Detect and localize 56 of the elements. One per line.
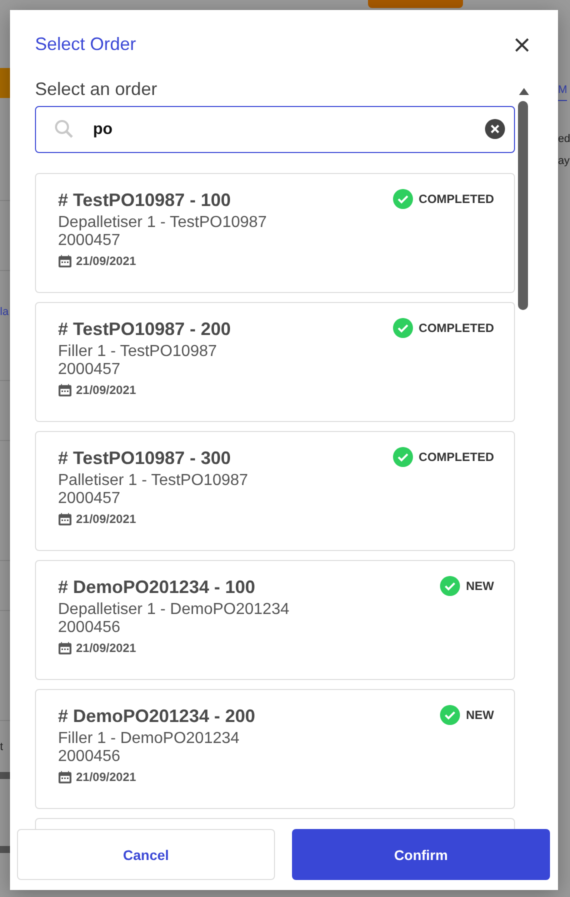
order-card[interactable]: # TestPO10987 - 100 Depalletiser 1 - TestPO10987 2000457 21/09/2021 COMPLETED xyxy=(35,173,515,293)
calendar-icon xyxy=(58,641,72,655)
order-line: Filler 1 - DemoPO201234 xyxy=(58,730,240,748)
order-line: Palletiser 1 - TestPO10987 xyxy=(58,472,250,490)
order-status: NEW xyxy=(466,579,494,593)
order-card[interactable]: # TestPO10987 - 300 Palletiser 1 - TestPO10987 2000457 21/09/2021 COMPLETED xyxy=(35,431,515,551)
confirm-button[interactable]: Confirm xyxy=(292,829,550,880)
background-text: t xyxy=(0,740,4,755)
check-circle-icon xyxy=(392,447,413,467)
background-bar xyxy=(0,772,10,779)
order-code: 2000457 xyxy=(58,361,122,379)
field-label: Select an order xyxy=(35,79,158,100)
order-card[interactable]: # TestPO10987 - 200 Filler 1 - TestPO10987 2000457 21/09/2021 COMPLETED xyxy=(35,302,515,422)
order-line: Filler 1 - TestPO10987 xyxy=(58,343,218,361)
order-code: 2000456 xyxy=(58,748,122,766)
order-date: 21/09/2021 xyxy=(76,770,136,784)
search-field[interactable]: po xyxy=(35,106,515,153)
background-text: ed xyxy=(558,132,570,147)
check-circle-icon xyxy=(392,318,413,338)
background-text: ay xyxy=(558,154,570,169)
order-title: # TestPO10987 - 300 xyxy=(58,448,231,469)
order-title: # DemoPO201234 - 100 xyxy=(58,577,256,598)
order-title: # TestPO10987 - 200 xyxy=(58,319,231,340)
background-bar xyxy=(0,846,10,853)
order-line: Depalletiser 1 - TestPO10987 xyxy=(58,214,268,232)
close-icon[interactable] xyxy=(514,36,530,52)
order-code: 2000457 xyxy=(58,490,122,508)
calendar-icon xyxy=(58,512,72,526)
check-circle-icon xyxy=(440,705,460,725)
order-code: 2000456 xyxy=(58,619,122,637)
calendar-icon xyxy=(58,770,72,784)
dialog-title: Select Order xyxy=(35,34,136,55)
order-date: 21/09/2021 xyxy=(76,641,136,655)
order-date: 21/09/2021 xyxy=(76,383,136,397)
check-circle-icon xyxy=(440,576,460,596)
scrollbar-thumb[interactable] xyxy=(518,101,528,310)
order-status: COMPLETED xyxy=(418,450,494,464)
order-card[interactable]: # DemoPO201234 - 100 Depalletiser 1 - DemoPO201234 2000456 21/09/2021 NEW xyxy=(35,560,515,680)
clear-icon[interactable] xyxy=(485,119,505,139)
order-date: 21/09/2021 xyxy=(76,512,136,526)
check-circle-icon xyxy=(392,189,413,209)
background-text: la xyxy=(0,305,9,320)
order-line: Depalletiser 1 - DemoPO201234 xyxy=(58,601,290,619)
order-status: COMPLETED xyxy=(418,192,494,206)
order-status: NEW xyxy=(466,708,494,722)
background-bar xyxy=(0,68,10,98)
cancel-button[interactable]: Cancel xyxy=(17,829,275,880)
scroll-up-icon[interactable] xyxy=(519,88,529,95)
order-date: 21/09/2021 xyxy=(76,254,136,268)
order-card[interactable]: # DemoPO201234 - 200 Filler 1 - DemoPO201234 2000456 21/09/2021 NEW xyxy=(35,689,515,809)
order-code: 2000457 xyxy=(58,232,122,250)
order-title: # DemoPO201234 - 200 xyxy=(58,706,256,727)
calendar-icon xyxy=(58,254,72,268)
order-status: COMPLETED xyxy=(418,321,494,335)
calendar-icon xyxy=(58,383,72,397)
order-title: # TestPO10987 - 100 xyxy=(58,190,231,211)
